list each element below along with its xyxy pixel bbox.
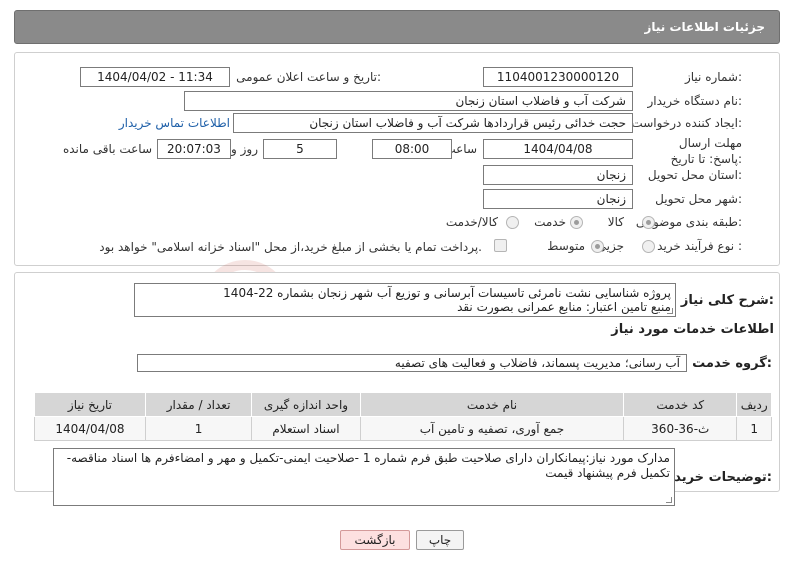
- cell-service-name: جمع آوری، تصفیه و تامین آب: [359, 416, 625, 441]
- category-radio-service[interactable]: [570, 216, 583, 229]
- need-number-label: شماره نیاز:: [684, 70, 742, 84]
- process-label: نوع فرآیند خرید :: [657, 239, 742, 253]
- cell-service-code: ث-36-360: [623, 416, 738, 441]
- cell-need-date: 1404/04/08: [34, 416, 146, 441]
- col-service-code: کد خدمت: [623, 392, 738, 417]
- process-radio-medium[interactable]: [591, 240, 604, 253]
- notes-resize-handle-icon[interactable]: [666, 497, 672, 503]
- province-field: زنجان: [483, 165, 633, 185]
- print-button[interactable]: چاپ: [416, 530, 464, 550]
- remaining-label: ساعت باقی مانده: [62, 142, 152, 156]
- category-option-service: خدمت: [534, 215, 566, 229]
- service-group-label: گروه خدمت:: [692, 356, 772, 371]
- treasury-payment-checkbox[interactable]: [494, 239, 507, 252]
- contact-buyer-link[interactable]: اطلاعات تماس خریدار: [119, 116, 230, 130]
- col-service-name: نام خدمت: [359, 392, 625, 417]
- cell-unit: اسناد استعلام: [251, 416, 361, 441]
- category-radio-goods-service[interactable]: [506, 216, 519, 229]
- city-field: زنجان: [483, 189, 633, 209]
- cell-quantity: 1: [144, 416, 253, 441]
- resize-handle-icon[interactable]: [667, 308, 673, 314]
- back-button[interactable]: بازگشت: [340, 530, 410, 550]
- buyer-notes-text: مدارک مورد نیاز:پیمانکاران دارای صلاحیت …: [66, 451, 670, 480]
- category-option-goods: کالا: [607, 215, 624, 229]
- category-radio-goods[interactable]: [642, 216, 655, 229]
- deadline-date-field: 1404/04/08: [483, 139, 633, 159]
- summary-label: شرح کلی نیاز:: [680, 293, 774, 308]
- col-row: ردیف: [736, 392, 772, 417]
- deadline-time-field: 08:00: [372, 139, 452, 159]
- province-label: استان محل تحویل:: [647, 168, 742, 182]
- page-title-bar: جزئیات اطلاعات نیاز: [14, 10, 780, 44]
- remaining-time-field: 20:07:03: [157, 139, 231, 159]
- creator-field: حجت خدائی رئیس قراردادها شرکت آب و فاضلا…: [233, 113, 633, 133]
- days-label: روز و: [231, 142, 258, 156]
- category-option-goods-service: کالا/خدمت: [445, 215, 498, 229]
- cell-row: 1: [736, 416, 772, 441]
- col-unit: واحد اندازه گیری: [251, 392, 361, 417]
- buyer-label: نام دستگاه خریدار:: [647, 94, 743, 108]
- col-need-date: تاریخ نیاز: [34, 392, 146, 417]
- announce-field: 1404/04/02 - 11:34: [80, 67, 230, 87]
- days-field: 5: [263, 139, 337, 159]
- services-section-title: اطلاعات خدمات مورد نیاز: [611, 322, 774, 337]
- services-table-header: ردیف کد خدمت نام خدمت واحد اندازه گیری ت…: [34, 392, 772, 417]
- creator-label: ایجاد کننده درخواست:: [631, 116, 742, 130]
- treasury-payment-text: پرداخت تمام یا بخشی از مبلغ خرید،از محل …: [99, 240, 482, 254]
- col-quantity: تعداد / مقدار: [144, 392, 253, 417]
- process-option-medium: متوسط: [547, 239, 585, 253]
- deadline-label: مهلت ارسال پاسخ: تا تاریخ:: [670, 136, 742, 166]
- need-number-field: 1104001230000120: [483, 67, 633, 87]
- buyer-notes-field: مدارک مورد نیاز:پیمانکاران دارای صلاحیت …: [53, 448, 675, 506]
- buyer-notes-label: توضیحات خریدار:: [662, 470, 772, 485]
- buyer-field: شرکت آب و فاضلاب استان زنجان: [184, 91, 633, 111]
- services-table: ردیف کد خدمت نام خدمت واحد اندازه گیری ت…: [34, 392, 772, 441]
- announce-label: تاریخ و ساعت اعلان عمومی:: [236, 70, 381, 84]
- process-radio-minor[interactable]: [642, 240, 655, 253]
- summary-line-2: منبع تامین اعتبار: منابع عمرانی بصورت نق…: [457, 300, 671, 314]
- table-row: 1 ث-36-360 جمع آوری، تصفیه و تامین آب اس…: [34, 416, 772, 441]
- summary-line-1: پروژه شناسایی نشت نامرئی تاسیسات آبرسانی…: [223, 286, 671, 300]
- summary-field: پروژه شناسایی نشت نامرئی تاسیسات آبرسانی…: [134, 283, 676, 317]
- service-group-field: آب رسانی؛ مدیریت پسماند، فاضلاب و فعالیت…: [137, 354, 687, 372]
- page-title: جزئیات اطلاعات نیاز: [644, 20, 765, 34]
- city-label: شهر محل تحویل:: [655, 192, 742, 206]
